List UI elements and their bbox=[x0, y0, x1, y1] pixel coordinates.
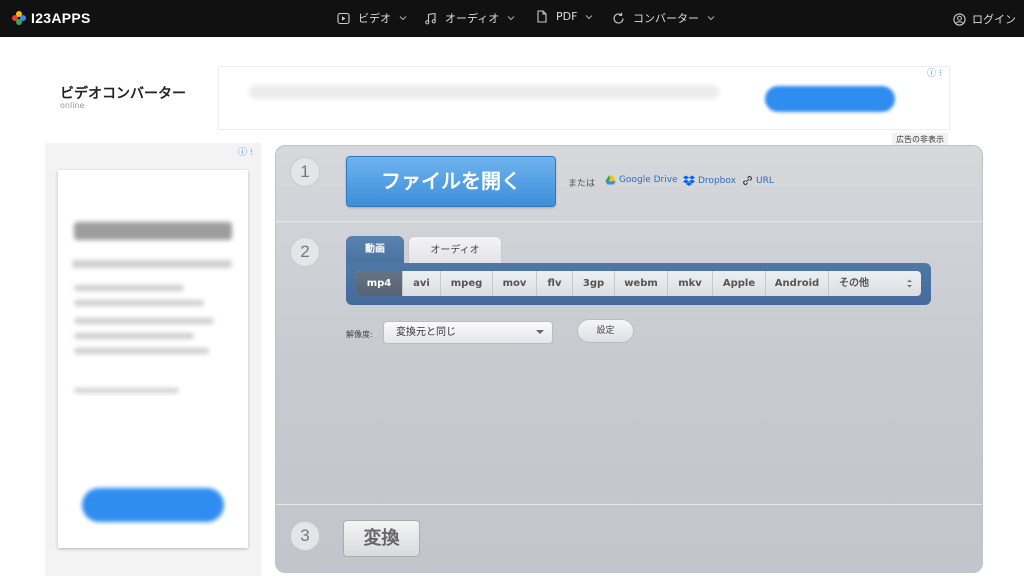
ad-blurred-button[interactable] bbox=[765, 86, 895, 112]
step-divider bbox=[276, 504, 982, 505]
chevron-down-icon bbox=[507, 16, 515, 21]
ad-blurred-line bbox=[74, 318, 214, 324]
format-mov[interactable]: mov bbox=[493, 271, 537, 296]
user-circle-icon bbox=[953, 12, 966, 26]
ad-blurred-line bbox=[74, 348, 209, 354]
convert-button[interactable]: 変換 bbox=[343, 520, 420, 557]
format-android[interactable]: Android bbox=[766, 271, 829, 296]
dropbox-icon bbox=[683, 175, 695, 186]
video-play-icon bbox=[337, 12, 350, 24]
google-drive-icon bbox=[605, 175, 616, 185]
document-icon bbox=[537, 10, 547, 23]
ad-blurred-title bbox=[74, 222, 232, 240]
updown-arrows-icon bbox=[907, 279, 912, 288]
top-banner-ad[interactable] bbox=[218, 66, 950, 130]
open-file-button[interactable]: ファイルを開く bbox=[346, 156, 556, 207]
google-drive-link[interactable]: Google Drive bbox=[605, 175, 678, 185]
nav-label-pdf: PDF bbox=[556, 10, 578, 23]
nav-item-audio[interactable]: オーディオ bbox=[424, 10, 515, 26]
converter-panel: 1 ファイルを開く または Google Drive Dropbox URL 2… bbox=[275, 145, 983, 573]
side-ad-info-icon[interactable]: ⓘ ⁝ bbox=[238, 145, 253, 158]
step-1-number: 1 bbox=[290, 157, 320, 187]
resolution-select[interactable]: 変換元と同じ bbox=[383, 321, 553, 344]
ad-blurred-line bbox=[74, 300, 204, 306]
chevron-down-icon bbox=[586, 14, 593, 19]
music-note-icon bbox=[425, 12, 436, 24]
format-list: mp4 avi mpeg mov flv 3gp webm mkv Apple … bbox=[356, 271, 921, 296]
side-ad[interactable]: ⓘ ⁝ bbox=[45, 143, 261, 576]
google-drive-label: Google Drive bbox=[619, 175, 678, 185]
login-button[interactable]: ログイン bbox=[953, 11, 1016, 27]
nav-item-video[interactable]: ビデオ bbox=[337, 10, 407, 26]
page-title: ビデオコンバーター bbox=[60, 86, 186, 102]
resolution-label: 解像度: bbox=[346, 330, 373, 339]
url-link[interactable]: URL bbox=[742, 175, 774, 186]
ad-blurred-line bbox=[74, 285, 184, 291]
nav-label-audio: オーディオ bbox=[445, 12, 500, 25]
nav-label-video: ビデオ bbox=[358, 12, 391, 25]
nav-item-pdf[interactable]: PDF bbox=[535, 10, 593, 23]
ad-blurred-line bbox=[74, 333, 194, 339]
tab-video[interactable]: 動画 bbox=[346, 236, 404, 264]
format-mkv[interactable]: mkv bbox=[668, 271, 713, 296]
url-label: URL bbox=[756, 175, 774, 186]
chevron-down-icon bbox=[536, 330, 544, 334]
ad-blurred-text bbox=[249, 85, 719, 99]
format-webm[interactable]: webm bbox=[615, 271, 668, 296]
tab-audio[interactable]: オーディオ bbox=[408, 236, 502, 264]
refresh-icon bbox=[613, 12, 624, 24]
dropbox-label: Dropbox bbox=[698, 175, 736, 186]
format-selector-bar: mp4 avi mpeg mov flv 3gp webm mkv Apple … bbox=[346, 263, 931, 305]
nav-item-converter[interactable]: コンバーター bbox=[612, 10, 715, 26]
step-2-number: 2 bbox=[290, 237, 320, 267]
page-subtitle: online bbox=[60, 101, 85, 110]
format-3gp[interactable]: 3gp bbox=[573, 271, 615, 296]
format-mp4[interactable]: mp4 bbox=[356, 271, 403, 296]
ad-blurred-button[interactable] bbox=[82, 488, 224, 522]
resolution-value: 変換元と同じ bbox=[396, 327, 456, 338]
link-icon bbox=[742, 175, 753, 186]
ad-info-icon[interactable]: ⓘ ⁝ bbox=[927, 66, 942, 79]
side-ad-card[interactable] bbox=[58, 170, 248, 548]
dropbox-link[interactable]: Dropbox bbox=[683, 175, 736, 186]
format-mpeg[interactable]: mpeg bbox=[441, 271, 493, 296]
top-navigation-bar: I23APPS ビデオ オーディオ PDF コンバーター ログイン bbox=[0, 0, 1024, 37]
chevron-down-icon bbox=[707, 16, 715, 21]
logo-dots-icon bbox=[12, 11, 26, 25]
ad-blurred-line bbox=[74, 388, 179, 393]
ad-blurred-line bbox=[72, 260, 232, 268]
format-avi[interactable]: avi bbox=[403, 271, 441, 296]
login-label: ログイン bbox=[972, 13, 1016, 26]
or-text: または bbox=[568, 179, 596, 189]
format-apple[interactable]: Apple bbox=[713, 271, 766, 296]
format-flv[interactable]: flv bbox=[537, 271, 573, 296]
settings-button[interactable]: 設定 bbox=[577, 319, 634, 343]
step-divider bbox=[276, 221, 982, 222]
logo-text: I23APPS bbox=[31, 10, 91, 26]
step-3-number: 3 bbox=[290, 521, 320, 551]
format-more-label: その他 bbox=[839, 278, 869, 289]
nav-label-converter: コンバーター bbox=[633, 12, 699, 25]
chevron-down-icon bbox=[399, 16, 407, 21]
format-more-select[interactable]: その他 bbox=[829, 271, 921, 296]
app-logo[interactable]: I23APPS bbox=[12, 10, 91, 26]
